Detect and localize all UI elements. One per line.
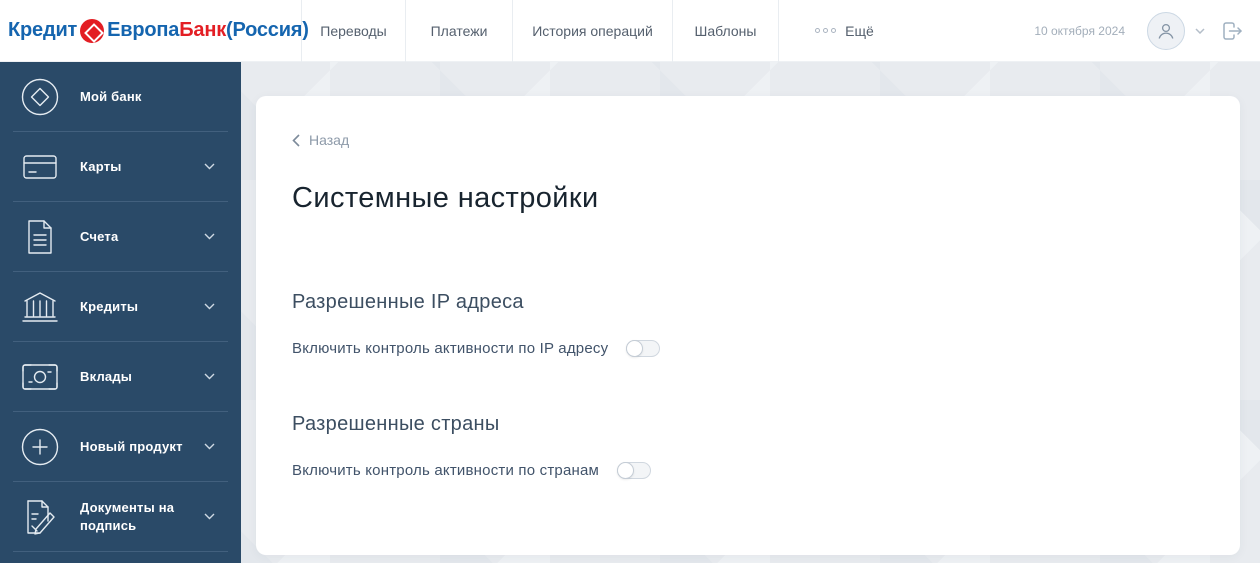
sidebar-item-deposits[interactable]: Вклады bbox=[0, 342, 241, 411]
toggle-knob bbox=[617, 461, 635, 479]
sidebar-item-documents-to-sign[interactable]: Документы на подпись bbox=[0, 482, 241, 551]
chevron-down-icon bbox=[204, 443, 215, 450]
logo-text-europa: Европа bbox=[107, 19, 180, 41]
bank-logo[interactable]: Кредит Европа Банк (Россия) bbox=[0, 18, 309, 43]
sidebar-item-label: Документы на подпись bbox=[80, 499, 175, 533]
section-heading-ip: Разрешенные IP адреса bbox=[292, 290, 524, 313]
document-icon bbox=[0, 219, 80, 255]
sidebar-item-label: Кредиты bbox=[80, 298, 139, 314]
sidebar: Мой банк Карты Счета Кредиты Вклады Новы… bbox=[0, 62, 241, 563]
main-nav: Переводы Платежи История операций Шаблон… bbox=[301, 0, 910, 62]
nav-item-more-label: Ещё bbox=[845, 22, 874, 39]
country-control-label: Включить контроль активности по странам bbox=[292, 461, 600, 479]
sidebar-item-label: Новый продукт bbox=[80, 438, 183, 454]
plus-circle-icon bbox=[0, 428, 80, 466]
sidebar-divider bbox=[13, 551, 228, 552]
logo-text-russia: (Россия) bbox=[226, 19, 309, 41]
sidebar-item-new-product[interactable]: Новый продукт bbox=[0, 412, 241, 481]
diamond-circle-icon bbox=[0, 78, 80, 116]
back-label: Назад bbox=[309, 132, 350, 148]
bank-logo-icon bbox=[80, 18, 105, 43]
nav-item-more[interactable]: Ещё bbox=[778, 0, 910, 62]
settings-card: Назад Системные настройки Разрешенные IP… bbox=[256, 96, 1240, 555]
logout-icon[interactable] bbox=[1219, 19, 1244, 43]
chevron-down-icon bbox=[204, 233, 215, 240]
bank-icon bbox=[0, 290, 80, 324]
current-date: 10 октября 2024 bbox=[1034, 23, 1125, 38]
sidebar-item-cards[interactable]: Карты bbox=[0, 132, 241, 201]
sidebar-item-accounts[interactable]: Счета bbox=[0, 202, 241, 271]
banknote-icon bbox=[0, 363, 80, 391]
sidebar-item-label: Мой банк bbox=[80, 88, 142, 104]
document-sign-icon bbox=[0, 499, 80, 535]
logo-text-bank: Банк bbox=[179, 19, 227, 41]
ip-control-toggle[interactable] bbox=[626, 339, 661, 357]
nav-item-transfers[interactable]: Переводы bbox=[301, 0, 405, 62]
nav-item-templates[interactable]: Шаблоны bbox=[672, 0, 778, 62]
top-header: Кредит Европа Банк (Россия) Переводы Пла… bbox=[0, 0, 1260, 62]
header-right: 10 октября 2024 bbox=[1034, 11, 1260, 50]
chevron-down-icon bbox=[204, 513, 215, 520]
nav-item-history[interactable]: История операций bbox=[512, 0, 672, 62]
ip-control-label: Включить контроль активности по IP адрес… bbox=[292, 339, 609, 357]
page-title: Системные настройки bbox=[292, 181, 599, 214]
sidebar-item-my-bank[interactable]: Мой банк bbox=[0, 62, 241, 131]
country-control-toggle[interactable] bbox=[617, 461, 652, 479]
chevron-down-icon bbox=[204, 303, 215, 310]
user-icon bbox=[1158, 23, 1174, 39]
back-button[interactable]: Назад bbox=[292, 132, 349, 148]
chevron-left-icon bbox=[292, 133, 300, 147]
toggle-knob bbox=[626, 339, 644, 357]
sidebar-item-credits[interactable]: Кредиты bbox=[0, 272, 241, 341]
country-control-row: Включить контроль активности по странам bbox=[292, 461, 1240, 479]
section-heading-countries: Разрешенные страны bbox=[292, 412, 500, 435]
profile-avatar[interactable] bbox=[1147, 11, 1185, 50]
sidebar-item-label: Вклады bbox=[80, 368, 133, 384]
ip-control-row: Включить контроль активности по IP адрес… bbox=[292, 339, 1240, 357]
nav-item-payments[interactable]: Платежи bbox=[405, 0, 512, 62]
sidebar-item-label: Карты bbox=[80, 158, 122, 174]
chevron-down-icon bbox=[204, 163, 215, 170]
logo-text-credit: Кредит bbox=[8, 19, 78, 41]
profile-chevron-down-icon[interactable] bbox=[1195, 27, 1205, 34]
more-dots-icon bbox=[815, 28, 837, 33]
sidebar-item-label: Счета bbox=[80, 228, 119, 244]
chevron-down-icon bbox=[204, 373, 215, 380]
credit-card-icon bbox=[0, 152, 80, 182]
